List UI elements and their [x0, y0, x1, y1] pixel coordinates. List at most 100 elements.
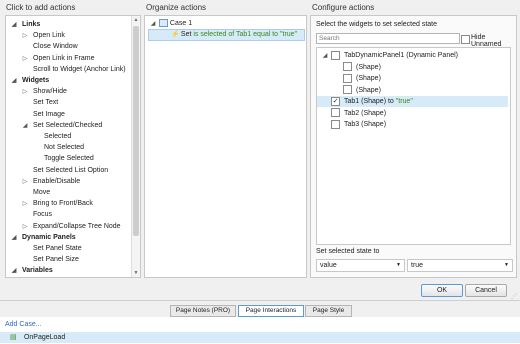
action-item-label: Selected	[44, 133, 72, 140]
widget-row[interactable]: Tab2 (Shape)	[317, 108, 508, 119]
configure-panel: Select the widgets to set selected state…	[310, 15, 517, 278]
collapse-icon[interactable]: ◢	[10, 266, 18, 277]
scroll-up-icon[interactable]: ▲	[132, 17, 140, 23]
add-case-link[interactable]: Add Case...	[5, 321, 42, 328]
case-row[interactable]: ◢ Case 1	[149, 18, 192, 29]
action-item-label: Scroll to Widget (Anchor Link)	[33, 65, 126, 73]
action-item[interactable]: ◢ Widgets	[10, 75, 49, 86]
state-type-select[interactable]: value ▼	[316, 259, 405, 272]
action-item-label: Widgets	[22, 77, 50, 84]
action-item-label: Set Image	[33, 110, 65, 118]
event-label: OnPageLoad	[23, 334, 66, 341]
widget-label: Tab1 (Shape) to	[344, 98, 396, 105]
action-item[interactable]: Set Text	[21, 97, 58, 108]
hide-unnamed-checkbox[interactable]	[461, 35, 470, 44]
ok-button[interactable]: OK	[421, 284, 463, 297]
search-input[interactable]	[316, 33, 460, 44]
action-item-label: Links	[22, 21, 41, 28]
state-value-text: true	[411, 262, 424, 269]
widget-label: (Shape)	[356, 63, 381, 71]
action-prefix: Set	[180, 31, 194, 38]
widget-checkbox[interactable]	[331, 50, 340, 60]
collapse-icon[interactable]: ◢	[10, 20, 18, 31]
widget-checkbox[interactable]: ✓	[331, 96, 340, 106]
action-icon: ⚡	[170, 31, 180, 38]
action-item[interactable]: ▷ Show/Hide	[21, 86, 67, 97]
event-row[interactable]: ▤ OnPageLoad	[0, 332, 520, 343]
scroll-down-icon[interactable]: ▼	[132, 270, 140, 276]
action-item-label: Not Selected	[44, 144, 85, 152]
event-icon: ▤	[10, 334, 17, 341]
action-value: "true"	[280, 31, 298, 38]
widget-row[interactable]: (Shape)	[317, 62, 508, 73]
case-icon	[158, 19, 168, 28]
widgets-tree[interactable]: ◢ TabDynamicPanel1 (Dynamic Panel) (Shape)…	[316, 47, 511, 245]
action-item[interactable]: ▷ Bring to Front/Back	[21, 198, 93, 209]
dropdown-arrow-icon: ▼	[504, 262, 509, 268]
collapse-icon[interactable]: ◢	[21, 121, 29, 132]
widget-value: "true"	[395, 98, 413, 105]
widget-checkbox[interactable]	[343, 73, 352, 83]
widgets-subtitle: Select the widgets to set selected state	[316, 21, 438, 28]
widget-label: TabDynamicPanel1 (Dynamic Panel)	[344, 52, 458, 59]
action-item[interactable]: ▷ Open Link in Frame	[21, 53, 95, 64]
organize-panel-title: Organize actions	[146, 3, 207, 12]
tab-page-interactions[interactable]: Page Interactions	[238, 305, 304, 317]
action-item-label: Bring to Front/Back	[33, 200, 93, 208]
widget-label: Tab3 (Shape)	[344, 121, 387, 128]
actions-scrollbar[interactable]: ▲ ▼	[131, 16, 140, 277]
action-item[interactable]: Set Panel State	[21, 243, 82, 254]
scroll-thumb[interactable]	[133, 26, 139, 236]
action-item-label: Toggle Selected	[44, 155, 94, 163]
widget-checkbox[interactable]	[331, 108, 340, 118]
action-item-label: Set Panel Size	[33, 256, 79, 264]
action-item[interactable]: ▷ Enable/Disable	[21, 176, 80, 187]
action-item-label: Set Selected/Checked	[33, 121, 103, 129]
widget-checkbox[interactable]	[331, 119, 340, 129]
actions-panel-title: Click to add actions	[6, 3, 76, 12]
action-item[interactable]: Toggle Selected	[32, 153, 94, 164]
widget-checkbox[interactable]	[343, 85, 352, 95]
hide-unnamed-label: Hide Unnamed	[471, 34, 502, 48]
state-type-value: value	[320, 262, 337, 269]
widget-row[interactable]: ✓ Tab1 (Shape) to "true"	[317, 96, 508, 107]
action-row[interactable]: ⚡ Set is selected of Tab1 equal to "true…	[148, 29, 305, 41]
widget-row[interactable]: ◢ TabDynamicPanel1 (Dynamic Panel)	[317, 50, 508, 61]
action-item[interactable]: ▷ Open Link	[21, 30, 65, 41]
collapse-icon[interactable]: ◢	[10, 233, 18, 244]
action-item-label: Close Window	[33, 43, 78, 51]
cancel-button[interactable]: Cancel	[465, 284, 507, 297]
action-item[interactable]: Close Window	[21, 41, 78, 52]
tab-page-style[interactable]: Page Style	[305, 305, 352, 317]
action-item[interactable]: Selected	[32, 131, 71, 142]
action-item-label: Focus	[33, 211, 53, 219]
action-item[interactable]: Focus	[21, 209, 52, 220]
divider	[0, 300, 520, 301]
state-label: Set selected state to	[316, 248, 380, 255]
action-item[interactable]: Not Selected	[32, 142, 84, 153]
widget-row[interactable]: Tab3 (Shape)	[317, 119, 508, 130]
action-item[interactable]: Move	[21, 187, 50, 198]
resize-grip-icon[interactable]: ⋰	[511, 293, 517, 300]
action-item[interactable]: Set Selected List Option	[21, 165, 108, 176]
widget-checkbox[interactable]	[343, 62, 352, 72]
widget-row[interactable]: (Shape)	[317, 85, 508, 96]
action-item[interactable]: ◢ Dynamic Panels	[10, 232, 76, 243]
collapse-icon[interactable]: ◢	[321, 51, 329, 62]
action-item[interactable]: Set Panel Size	[21, 254, 79, 265]
dropdown-arrow-icon: ▼	[396, 262, 401, 268]
collapse-icon[interactable]: ◢	[10, 76, 18, 87]
organize-actions-tree[interactable]: ◢ Case 1 ⚡ Set is selected of Tab1 equal…	[144, 15, 307, 278]
action-item[interactable]: Set Image	[21, 109, 65, 120]
tab-page-notes[interactable]: Page Notes (PRO)	[170, 305, 236, 317]
case-label: Case 1	[169, 20, 193, 27]
action-item[interactable]: ◢ Variables	[10, 265, 53, 276]
action-item-label: Enable/Disable	[33, 177, 81, 185]
action-item[interactable]: ◢ Set Selected/Checked	[21, 120, 103, 132]
action-item[interactable]: ▷ Expand/Collapse Tree Node	[21, 221, 121, 232]
state-value-select[interactable]: true ▼	[407, 259, 513, 272]
action-item[interactable]: Scroll to Widget (Anchor Link)	[21, 64, 126, 75]
actions-list[interactable]: ◢ Links ▷ Open Link Close Window ▷ Open Link i…	[5, 15, 141, 278]
widget-row[interactable]: (Shape)	[317, 73, 508, 84]
action-item[interactable]: ◢ Links	[10, 19, 41, 31]
